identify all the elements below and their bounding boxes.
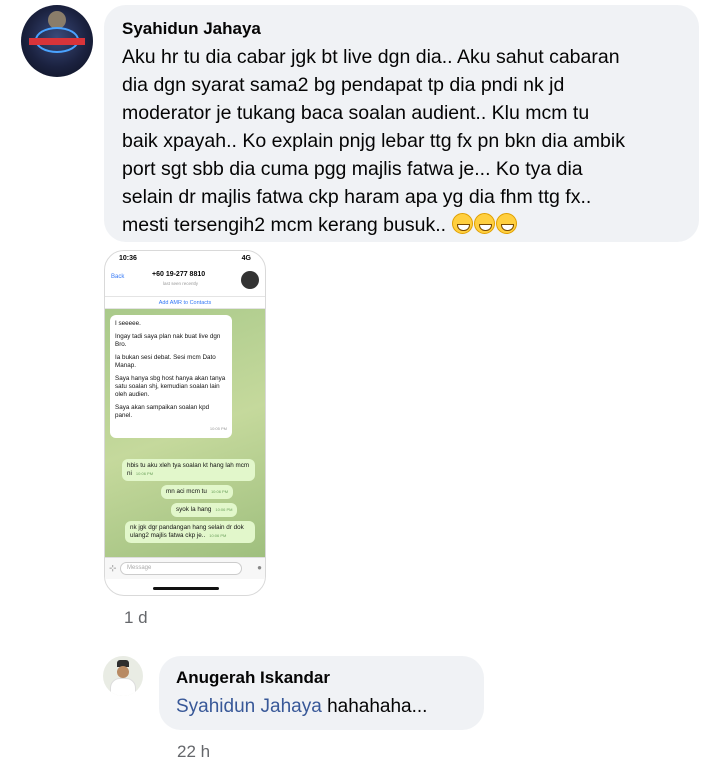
comment-line: selain dr majlis fatwa ckp haram apa yg … (122, 186, 592, 208)
grinning-face-icon (474, 213, 496, 234)
mention-link[interactable]: Syahidun Jahaya (176, 696, 322, 717)
comment-line: dia dgn syarat sama2 bg pendapat tp dia … (122, 74, 565, 96)
chat-input-bar: ⊹ Message ● (105, 557, 265, 579)
comment-line-last: mesti tersengih2 mcm kerang busuk.. (122, 211, 681, 239)
comment-timestamp[interactable]: 1 d (124, 608, 148, 628)
chat-contact-number: +60 19-277 8810 (152, 271, 206, 278)
message-time: 10:05 PM (209, 426, 227, 431)
incoming-line: Ingay tadi saya plan nak buat live dgn B… (115, 333, 221, 348)
chat-area: I seeeee. Ingay tadi saya plan nak buat … (105, 309, 265, 557)
incoming-message: I seeeee. Ingay tadi saya plan nak buat … (110, 315, 232, 438)
avatar-syahidun[interactable] (21, 5, 93, 77)
paperclip-icon: ⊹ (109, 563, 117, 573)
reply-message: hahahaha... (327, 696, 428, 717)
message-time: 10:06 PM (210, 489, 229, 494)
grinning-face-icon (496, 213, 518, 234)
comment-bubble: Syahidun Jahaya Aku hr tu dia cabar jgk … (104, 5, 699, 242)
comment-line: Aku hr tu dia cabar jgk bt live dgn dia.… (122, 46, 620, 68)
chat-message-field: Message (120, 562, 242, 575)
reply-author[interactable]: Anugerah Iskandar (176, 668, 467, 688)
chat-contact-avatar (241, 271, 259, 289)
outgoing-text: mn aci mcm tu (166, 488, 207, 495)
avatar-anugerah[interactable] (103, 656, 143, 696)
chat-back-button: Back (111, 274, 125, 280)
outgoing-text: syok la hang (176, 506, 212, 513)
comment-line: moderator je tukang baca soalan audient.… (122, 102, 590, 124)
comment-author[interactable]: Syahidun Jahaya (122, 19, 681, 39)
incoming-line: I seeeee. (115, 320, 141, 327)
reply-bubble: Anugerah Iskandar Syahidun Jahaya hahaha… (159, 656, 484, 730)
phone-status-bar: 10:36 4G (105, 251, 265, 265)
chat-last-seen: last seen recently (163, 281, 199, 286)
grinning-face-icon (452, 213, 474, 234)
phone-time: 10:36 (119, 255, 137, 262)
avatar-shirt-shape (110, 678, 136, 696)
incoming-line: Saya akan sampaikan soalan kpd panel. (115, 404, 210, 419)
phone-signal: 4G (241, 255, 251, 262)
avatar-face-shape (117, 666, 129, 678)
add-contact-bar: Add AMR to Contacts (105, 297, 265, 309)
comment-text: Aku hr tu dia cabar jgk bt live dgn dia.… (122, 43, 681, 239)
avatar-banner-shape (29, 38, 85, 45)
chat-header: Back +60 19-277 8810 last seen recently (105, 265, 265, 297)
reply-text: Syahidun Jahaya hahahaha... (176, 696, 467, 718)
outgoing-message: hbis tu aku xleh tya soalan kt hang lah … (122, 459, 255, 481)
comment-line: port sgt sbb dia cuma pgg majlis fatwa j… (122, 158, 583, 180)
message-time: 10:06 PM (209, 533, 227, 538)
outgoing-message: nk jgk dgr pandangan hang selain dr dok … (125, 521, 255, 543)
attached-screenshot[interactable]: 10:36 4G Back +60 19-277 8810 last seen … (104, 250, 266, 596)
incoming-line: Ia bukan sesi debat. Sesi mcm Dato Manap… (115, 354, 216, 369)
home-indicator (153, 587, 219, 590)
outgoing-message: mn aci mcm tu 10:06 PM (161, 485, 234, 499)
message-time: 10:06 PM (135, 471, 154, 476)
outgoing-message: syok la hang 10:06 PM (171, 503, 238, 517)
comment-line: mesti tersengih2 mcm kerang busuk.. (122, 214, 447, 236)
microphone-icon: ● (257, 563, 262, 572)
reply-timestamp[interactable]: 22 h (177, 742, 210, 762)
incoming-line: Saya hanya sbg host hanya akan tanya sat… (115, 375, 226, 398)
comment-line: baik xpayah.. Ko explain pnjg lebar ttg … (122, 130, 625, 152)
message-time: 10:06 PM (215, 507, 233, 512)
outgoing-text: nk jgk dgr pandangan hang selain dr dok … (130, 524, 244, 539)
